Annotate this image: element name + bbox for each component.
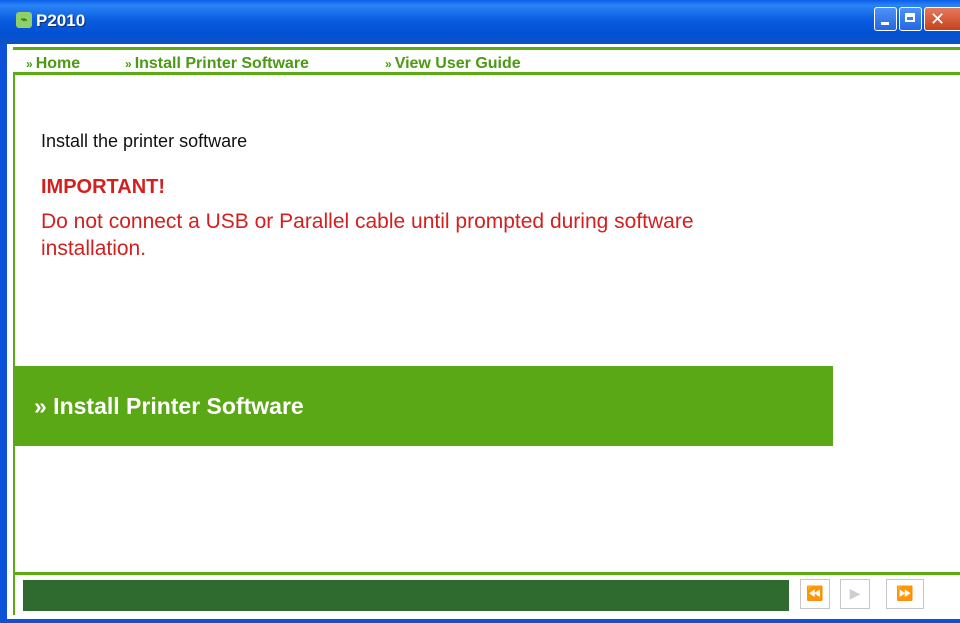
important-label: IMPORTANT! <box>41 176 166 198</box>
fast-forward-button[interactable]: ⏩ <box>886 579 924 609</box>
nav-user-guide-link[interactable]: » View User Guide <box>385 55 521 73</box>
install-printer-software-button[interactable]: » Install Printer Software <box>13 366 833 446</box>
top-navigation: » Home » Install Printer Software » View Us… <box>13 47 960 75</box>
minimize-button[interactable] <box>874 7 897 31</box>
rewind-icon: ⏪ <box>806 586 824 602</box>
rewind-button[interactable]: ⏪ <box>800 579 830 609</box>
usb-warning-text: Do not connect a USB or Parallel cable u… <box>41 210 694 260</box>
left-accent-border <box>13 75 15 615</box>
close-icon: ✕ <box>930 9 946 30</box>
footer-divider <box>13 572 960 575</box>
nav-install-link[interactable]: » Install Printer Software <box>125 55 309 73</box>
progress-bar <box>23 580 789 611</box>
chevron-right-icon: » <box>26 57 33 71</box>
window-frame: » Home » Install Printer Software » View Us… <box>0 44 960 623</box>
hp-logo-icon: ⌁ <box>16 12 32 28</box>
play-button[interactable]: ▶ <box>840 579 870 609</box>
close-button[interactable]: ✕ <box>924 7 960 31</box>
title-bar: ⌁ P2010 ✕ <box>0 0 960 45</box>
content-area: » Home » Install Printer Software » View Us… <box>7 44 960 619</box>
page-heading: Install the printer software <box>41 131 248 151</box>
play-icon: ▶ <box>849 586 861 602</box>
chevron-right-icon: » <box>385 57 392 71</box>
chevron-right-icon: » <box>125 57 132 71</box>
fast-forward-icon: ⏩ <box>896 586 914 602</box>
maximize-button[interactable] <box>899 7 922 31</box>
nav-home-link[interactable]: » Home <box>26 55 80 73</box>
window-title: P2010 <box>36 11 86 30</box>
install-button-label: » Install Printer Software <box>34 393 304 419</box>
